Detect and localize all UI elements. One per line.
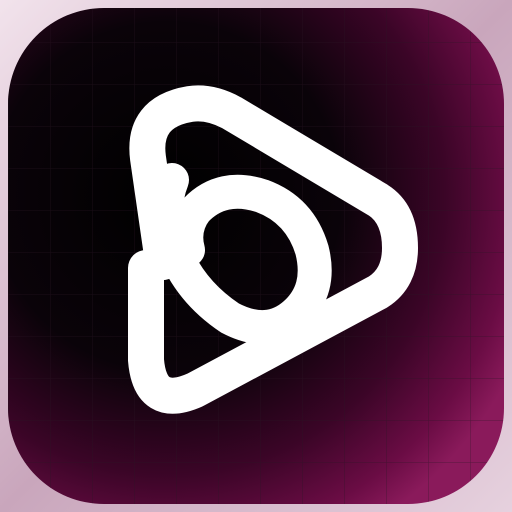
app-icon-tile[interactable] (0, 0, 512, 512)
tile-grid (8, 8, 504, 504)
app-icon-tile-graphic (0, 0, 512, 512)
app-icon-canvas (0, 0, 512, 512)
